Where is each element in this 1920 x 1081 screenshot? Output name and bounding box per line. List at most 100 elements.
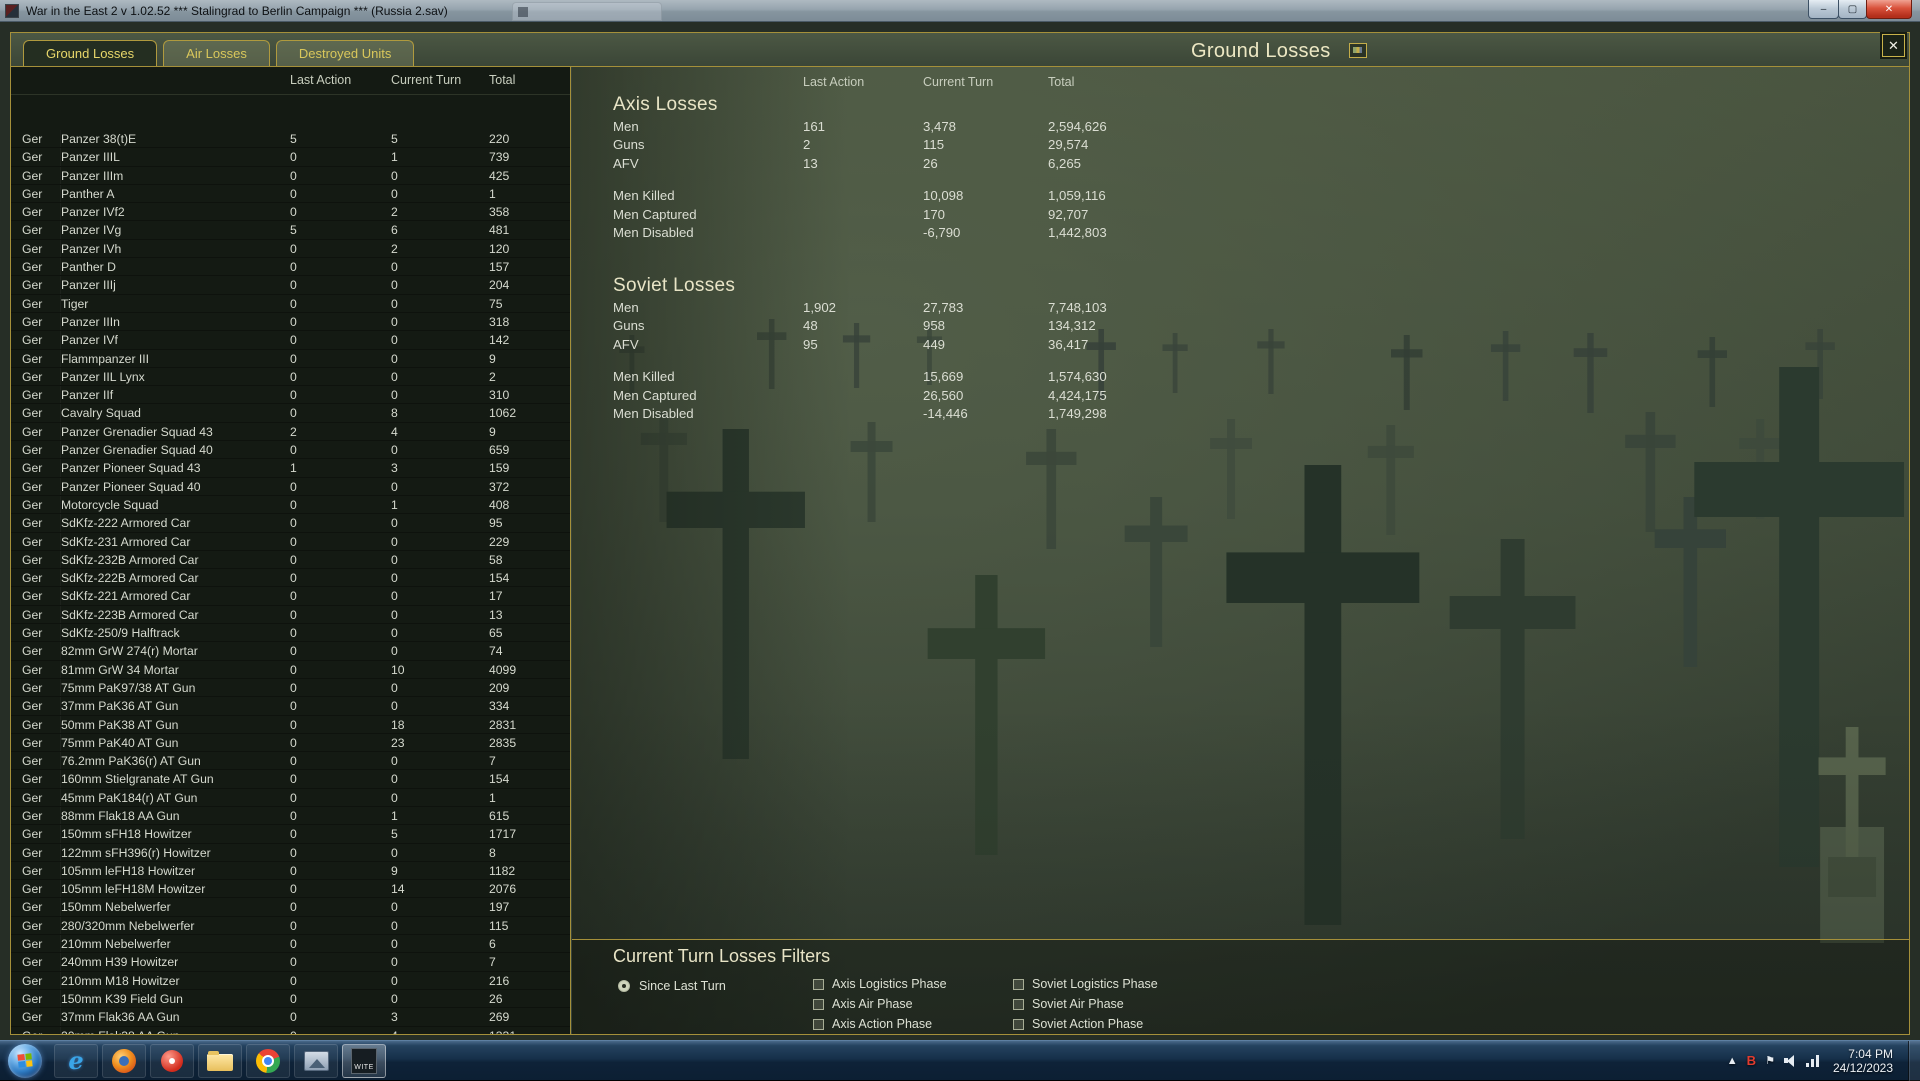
hidden-icons-button[interactable]: ▲: [1727, 1055, 1738, 1067]
summary-la: [803, 387, 923, 406]
tab-air-losses[interactable]: Air Losses: [163, 40, 270, 66]
cell-unit-name: Panzer IIIn: [60, 313, 290, 330]
checkbox-icon[interactable]: [1013, 999, 1024, 1010]
media-player-icon: [161, 1050, 183, 1072]
window-title: War in the East 2 v 1.02.52 *** Stalingr…: [26, 0, 448, 22]
chrome-icon: [256, 1049, 280, 1073]
checkbox-label: Soviet Air Phase: [1032, 997, 1124, 1011]
table-row: Ger82mm GrW 274(r) Mortar0074: [11, 642, 570, 660]
checkbox-icon[interactable]: [1013, 1019, 1024, 1030]
taskbar-app-media-player[interactable]: [150, 1044, 194, 1078]
background-image-icon[interactable]: [1349, 43, 1367, 58]
table-row: GerPanzer Pioneer Squad 4313159: [11, 459, 570, 477]
taskbar-app-chrome[interactable]: [246, 1044, 290, 1078]
show-desktop-button[interactable]: [1908, 1041, 1920, 1081]
filter-soviet-air-phase[interactable]: Soviet Air Phase: [1013, 994, 1158, 1014]
network-icon[interactable]: [1806, 1055, 1820, 1067]
filter-soviet-action-phase[interactable]: Soviet Action Phase: [1013, 1014, 1158, 1034]
table-row: GerPanzer Grenadier Squad 43249: [11, 423, 570, 441]
cell-current-turn: 0: [391, 258, 489, 275]
maximize-button[interactable]: ▢: [1838, 0, 1867, 19]
cell-last-action: 0: [290, 240, 391, 257]
cell-total: 58: [489, 551, 570, 568]
taskbar-app-firefox[interactable]: [102, 1044, 146, 1078]
checkbox-icon[interactable]: [1013, 979, 1024, 990]
cell-last-action: 0: [290, 935, 391, 952]
table-row: GerPanzer IIIn00318: [11, 313, 570, 331]
cell-nationality: Ger: [22, 990, 60, 1007]
close-window-button[interactable]: ✕: [1866, 0, 1912, 19]
column-total: Total: [489, 73, 515, 87]
summary-row: Men1,90227,7837,748,103: [613, 299, 1909, 318]
close-icon: ✕: [1885, 4, 1893, 15]
cell-last-action: 0: [290, 404, 391, 421]
table-row: GerPanther A001: [11, 185, 570, 203]
cell-unit-name: Panzer IIIm: [60, 167, 290, 184]
cell-total: 197: [489, 898, 570, 915]
close-screen-button[interactable]: ✕: [1882, 34, 1905, 57]
cell-last-action: 0: [290, 697, 391, 714]
cell-last-action: 0: [290, 276, 391, 293]
cell-current-turn: 0: [391, 844, 489, 861]
radio-icon[interactable]: [618, 980, 630, 992]
minimize-button[interactable]: –: [1808, 0, 1839, 19]
since-last-turn-radio[interactable]: Since Last Turn: [618, 976, 726, 996]
cell-last-action: 0: [290, 441, 391, 458]
close-icon: ✕: [1888, 38, 1899, 54]
taskbar-app-wite[interactable]: WITE: [342, 1044, 386, 1078]
cell-unit-name: Motorcycle Squad: [60, 496, 290, 513]
taskbar-app-internet-explorer[interactable]: e: [54, 1044, 98, 1078]
cell-nationality: Ger: [22, 807, 60, 824]
cell-unit-name: Panzer 38(t)E: [60, 130, 290, 147]
cell-total: 6: [489, 935, 570, 952]
table-row: GerFlammpanzer III009: [11, 350, 570, 368]
summary-ct: 3,478: [923, 118, 1048, 137]
filter-axis-logistics-phase[interactable]: Axis Logistics Phase: [813, 974, 947, 994]
cell-nationality: Ger: [22, 862, 60, 879]
tab-ground-losses[interactable]: Ground Losses: [23, 40, 157, 66]
checkbox-icon[interactable]: [813, 1019, 824, 1030]
cell-unit-name: 150mm Nebelwerfer: [60, 898, 290, 915]
cell-current-turn: 1: [391, 496, 489, 513]
filter-soviet-logistics-phase[interactable]: Soviet Logistics Phase: [1013, 974, 1158, 994]
cell-unit-name: Panzer Grenadier Squad 43: [60, 423, 290, 440]
action-center-icon[interactable]: ⚑: [1765, 1054, 1775, 1067]
cell-unit-name: Panzer IIIj: [60, 276, 290, 293]
soviet-losses-breakdown: Men Killed15,6691,574,630Men Captured26,…: [572, 368, 1909, 424]
cell-unit-name: 75mm PaK97/38 AT Gun: [60, 679, 290, 696]
checkbox-icon[interactable]: [813, 979, 824, 990]
filter-axis-air-phase[interactable]: Axis Air Phase: [813, 994, 947, 1014]
maximize-icon: ▢: [1848, 4, 1857, 15]
cell-unit-name: 50mm PaK38 AT Gun: [60, 716, 290, 733]
summary-label: Men Killed: [613, 187, 803, 206]
cell-last-action: 0: [290, 716, 391, 733]
cell-total: 615: [489, 807, 570, 824]
table-row: Ger122mm sFH396(r) Howitzer008: [11, 844, 570, 862]
clock-time: 7:04 PM: [1833, 1047, 1893, 1061]
antivirus-tray-icon[interactable]: B: [1747, 1053, 1756, 1068]
cell-total: 1062: [489, 404, 570, 421]
cell-nationality: Ger: [22, 789, 60, 806]
filter-axis-action-phase[interactable]: Axis Action Phase: [813, 1014, 947, 1034]
cell-last-action: 0: [290, 167, 391, 184]
checkbox-icon[interactable]: [813, 999, 824, 1010]
taskbar-clock[interactable]: 7:04 PM 24/12/2023: [1829, 1047, 1899, 1075]
start-button[interactable]: [8, 1044, 42, 1078]
tab-destroyed-units[interactable]: Destroyed Units: [276, 40, 414, 66]
cell-total: 7: [489, 953, 570, 970]
cell-current-turn: 1: [391, 148, 489, 165]
summary-ct: 115: [923, 136, 1048, 155]
cell-current-turn: 0: [391, 478, 489, 495]
losses-summary: Last Action Current Turn Total Axis Loss…: [572, 67, 1909, 939]
taskbar: e WITE ▲ B ⚑ 7:04 PM 24/12/2023: [0, 1040, 1920, 1080]
volume-icon[interactable]: [1784, 1055, 1797, 1067]
cell-unit-name: 20mm Flak38 AA Gun: [60, 1027, 290, 1034]
table-row: Ger50mm PaK38 AT Gun0182831: [11, 716, 570, 734]
cell-nationality: Ger: [22, 679, 60, 696]
taskbar-app-file-explorer[interactable]: [198, 1044, 242, 1078]
taskbar-app-image-viewer[interactable]: [294, 1044, 338, 1078]
cell-nationality: Ger: [22, 697, 60, 714]
checkbox-label: Soviet Logistics Phase: [1032, 977, 1158, 991]
cell-current-turn: 0: [391, 350, 489, 367]
table-row: GerPanzer IVf00142: [11, 331, 570, 349]
